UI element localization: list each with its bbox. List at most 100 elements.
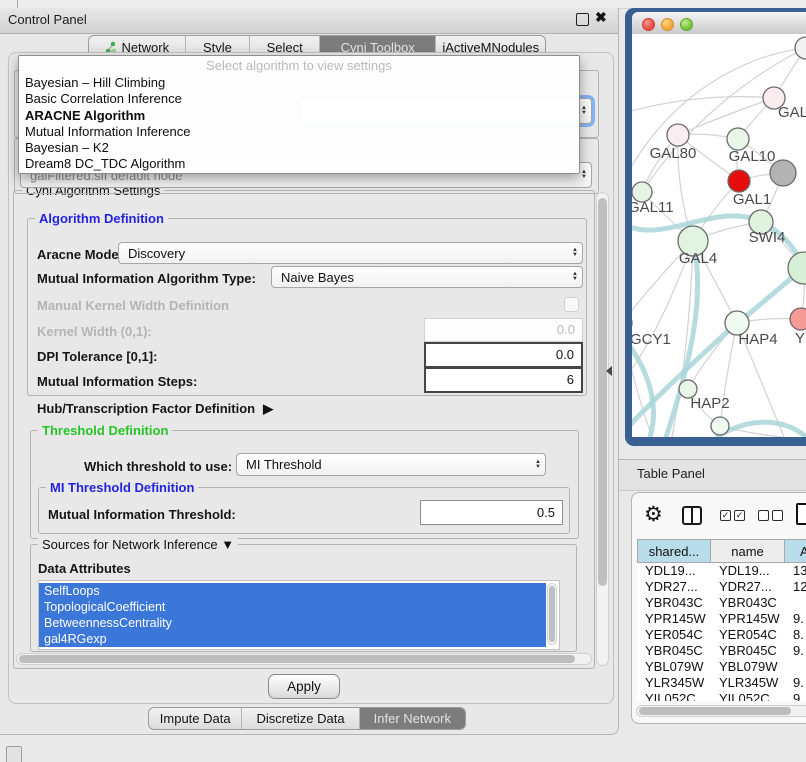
table-cell[interactable]: YER054C: [711, 627, 785, 643]
node-label: Y: [795, 330, 805, 347]
close-panel-button[interactable]: ✖: [595, 9, 607, 26]
network-node-gal1[interactable]: [728, 170, 750, 192]
table-cell[interactable]: 8.: [785, 627, 806, 643]
mi-threshold-label: Mutual Information Threshold:: [48, 507, 236, 522]
hub-definition-toggle[interactable]: Hub/Transcription Factor Definition▶: [37, 401, 273, 417]
table-cell[interactable]: [785, 595, 806, 611]
table-cell[interactable]: YDL19...: [711, 563, 785, 579]
network-node[interactable]: [795, 37, 806, 59]
table-cell[interactable]: YBR045C: [711, 643, 785, 659]
network-canvas[interactable]: GALGAL80GAL10GAL1GAL11SWI4GAL4GCY1HAP4YH…: [632, 34, 806, 437]
list-vertical-scrollbar[interactable]: [547, 583, 557, 645]
table-panel-title: Table Panel: [637, 466, 705, 481]
table-row[interactable]: YBR043CYBR043C: [637, 595, 806, 611]
page-icon[interactable]: [796, 503, 806, 525]
dropdown-item[interactable]: Basic Correlation Inference: [19, 91, 579, 107]
dropdown-item[interactable]: Bayesian – K2: [19, 140, 579, 156]
table-cell[interactable]: 9.: [785, 643, 806, 659]
table-cell[interactable]: YLR345W: [637, 675, 711, 691]
table-cell[interactable]: YDR27...: [711, 579, 785, 595]
manual-kernel-width-checkbox[interactable]: [564, 297, 579, 312]
table-cell[interactable]: YPR145W: [637, 611, 711, 627]
mi-threshold-field[interactable]: 0.5: [420, 500, 563, 525]
table-row[interactable]: YLR345WYLR345W9.: [637, 675, 806, 691]
table-cell[interactable]: YIL052C: [711, 691, 785, 701]
table-row[interactable]: YER054CYER054C8.: [637, 627, 806, 643]
mi-algorithm-type-label: Mutual Information Algorithm Type:: [37, 271, 256, 286]
scrollbar-thumb[interactable]: [598, 198, 607, 586]
table-row[interactable]: YBL079WYBL079W: [637, 659, 806, 675]
tab-discretize-data[interactable]: Discretize Data: [242, 708, 359, 729]
dropdown-item[interactable]: Dream8 DC_TDC Algorithm: [19, 156, 579, 172]
data-attribute-item[interactable]: gal4RGexp: [39, 631, 546, 647]
aracne-mode-combobox[interactable]: Discovery ▲▼: [118, 242, 583, 264]
table-cell[interactable]: YPR145W: [711, 611, 785, 627]
table-cell[interactable]: YDR27...: [637, 579, 711, 595]
node-label: SWI4: [749, 229, 786, 246]
table-cell[interactable]: 9.: [785, 675, 806, 691]
sources-legend[interactable]: Sources for Network Inference ▼: [38, 537, 238, 552]
mi-steps-field[interactable]: 6: [424, 367, 583, 393]
tab-infer-network[interactable]: Infer Network: [360, 708, 465, 729]
table-row[interactable]: YDR27...YDR27...12: [637, 579, 806, 595]
table-cell[interactable]: 9.: [785, 691, 806, 701]
dropdown-item-selected[interactable]: ARACNE Algorithm: [19, 108, 579, 124]
table-cell[interactable]: YBR043C: [711, 595, 785, 611]
table-cell[interactable]: YBL079W: [711, 659, 785, 675]
table-cell[interactable]: [785, 659, 806, 675]
panel-collapse-arrow[interactable]: [606, 366, 612, 376]
network-node-y[interactable]: [790, 308, 806, 330]
deselect-all-checkboxes-icon[interactable]: [758, 510, 783, 521]
data-attribute-item[interactable]: SelfLoops: [39, 583, 546, 599]
settings-horizontal-scrollbar[interactable]: [16, 653, 592, 665]
table-horizontal-scrollbar[interactable]: [636, 705, 806, 717]
window-resize-grip[interactable]: [6, 746, 22, 762]
table-cell[interactable]: 9.: [785, 611, 806, 627]
scrollbar-thumb[interactable]: [19, 655, 575, 663]
table-cell[interactable]: 13: [785, 563, 806, 579]
table-row[interactable]: YBR045CYBR045C9.: [637, 643, 806, 659]
dropdown-item[interactable]: Mutual Information Inference: [19, 124, 579, 140]
dropdown-item[interactable]: Bayesian – Hill Climbing: [19, 75, 579, 91]
table-cell[interactable]: YLR345W: [711, 675, 785, 691]
network-node[interactable]: [711, 417, 729, 435]
table-row[interactable]: YIL052CYIL052C9.: [637, 691, 806, 701]
column-header-clipped[interactable]: A: [785, 539, 806, 563]
column-header-shared-name[interactable]: shared...: [637, 539, 711, 563]
scrollbar-thumb[interactable]: [549, 586, 555, 642]
apply-button[interactable]: Apply: [268, 674, 340, 699]
table-panel-window: ⚙ ✓✓ shared... name A YDL19...YDL19...13…: [631, 492, 806, 724]
table-row[interactable]: YDL19...YDL19...13: [637, 563, 806, 579]
table-cell[interactable]: YBR045C: [637, 643, 711, 659]
expand-arrow-icon: ▶: [263, 401, 273, 417]
zoom-traffic-light[interactable]: [680, 18, 693, 31]
network-edge: [632, 97, 774, 112]
column-header-name[interactable]: name: [711, 539, 785, 563]
settings-vertical-scrollbar[interactable]: [596, 192, 609, 666]
mi-algorithm-type-combobox[interactable]: Naive Bayes ▲▼: [271, 266, 583, 288]
select-all-checkboxes-icon[interactable]: ✓✓: [720, 510, 745, 521]
data-attributes-label: Data Attributes: [38, 561, 131, 576]
gear-icon[interactable]: ⚙: [644, 505, 663, 525]
tab-impute-data[interactable]: Impute Data: [149, 708, 242, 729]
table-cell[interactable]: YDL19...: [637, 563, 711, 579]
data-attribute-item[interactable]: TopologicalCoefficient: [39, 599, 546, 615]
network-node-gal80[interactable]: [667, 124, 689, 146]
which-threshold-combobox[interactable]: MI Threshold ▲▼: [236, 453, 546, 476]
kernel-width-field[interactable]: 0.0: [424, 318, 583, 342]
table-cell[interactable]: YBR043C: [637, 595, 711, 611]
split-columns-icon[interactable]: [682, 506, 702, 525]
close-traffic-light[interactable]: [642, 18, 655, 31]
table-cell[interactable]: YBL079W: [637, 659, 711, 675]
table-row[interactable]: YPR145WYPR145W9.: [637, 611, 806, 627]
table-cell[interactable]: YER054C: [637, 627, 711, 643]
dpi-tolerance-field[interactable]: 0.0: [424, 342, 583, 368]
minimize-traffic-light[interactable]: [661, 18, 674, 31]
float-window-button[interactable]: [576, 13, 589, 26]
kernel-width-label: Kernel Width (0,1):: [37, 324, 152, 339]
data-attribute-item[interactable]: BetweennessCentrality: [39, 615, 546, 631]
table-cell[interactable]: 12: [785, 579, 806, 595]
table-cell[interactable]: YIL052C: [637, 691, 711, 701]
scrollbar-thumb[interactable]: [639, 707, 791, 715]
network-node-gal10[interactable]: [727, 128, 749, 150]
